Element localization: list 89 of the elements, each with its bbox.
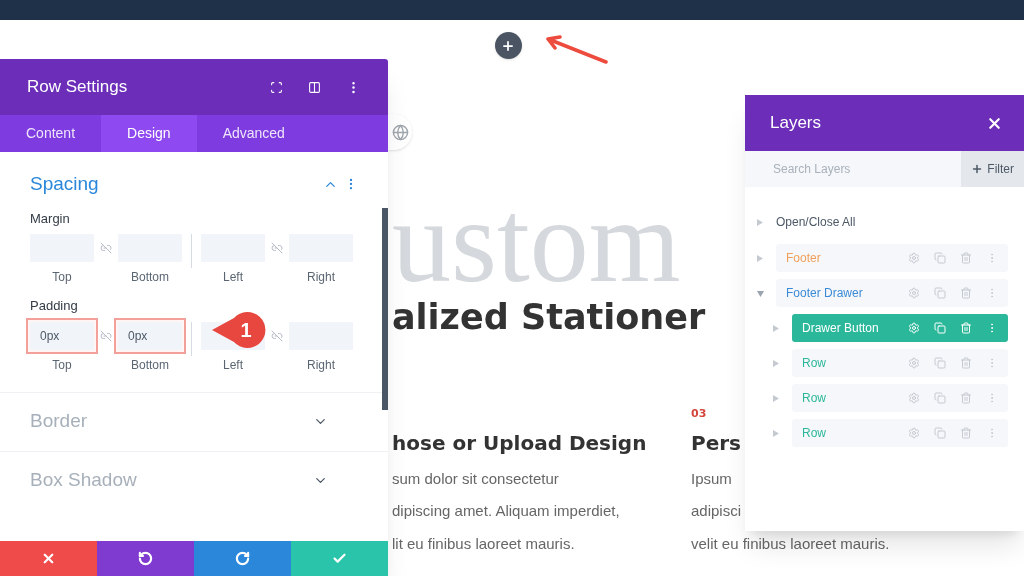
undo-icon xyxy=(138,551,153,566)
collapsed-section[interactable]: Box Shadow xyxy=(0,450,388,510)
column-title: Pers xyxy=(691,429,741,457)
layer-label: Footer xyxy=(786,250,822,267)
tab[interactable]: Content xyxy=(0,115,102,152)
field-label: Left xyxy=(223,269,243,286)
focus-icon[interactable] xyxy=(270,80,283,94)
settings-icon[interactable] xyxy=(908,392,920,404)
link-icon[interactable] xyxy=(100,329,112,342)
trash-icon[interactable] xyxy=(960,252,972,264)
step-number: 03 xyxy=(691,405,707,422)
expand-arrow-icon[interactable] xyxy=(773,429,780,437)
body-text: Ipsum xyxy=(691,468,732,489)
field-label: Top xyxy=(52,269,72,286)
panel-title: Layers xyxy=(770,112,823,135)
globe-button[interactable] xyxy=(388,114,412,150)
expand-arrow-icon[interactable] xyxy=(757,289,764,297)
expand-arrow-icon[interactable] xyxy=(773,394,780,402)
trash-icon[interactable] xyxy=(960,427,972,439)
group-label: Padding xyxy=(30,297,79,315)
settings-icon[interactable] xyxy=(908,357,920,369)
page-heading: alized Stationer xyxy=(392,296,706,339)
layer-label: Footer Drawer xyxy=(786,285,864,302)
body-text: sum dolor sit consectetur xyxy=(392,468,559,489)
trash-icon[interactable] xyxy=(960,392,972,404)
tab[interactable]: Design xyxy=(101,115,197,152)
spacing-input[interactable]: 0px xyxy=(118,321,182,350)
section-title: Box Shadow xyxy=(30,468,138,493)
copy-icon[interactable] xyxy=(934,357,946,369)
trash-icon[interactable] xyxy=(960,322,972,334)
section-title[interactable]: Spacing xyxy=(30,170,323,199)
check-icon xyxy=(332,551,347,566)
field-label: Top xyxy=(52,356,72,374)
body-text: velit eu finibus laoreet mauris. xyxy=(691,533,890,554)
close-icon xyxy=(41,551,56,566)
copy-icon[interactable] xyxy=(934,392,946,404)
body-text: dipiscing amet. Aliquam imperdiet, xyxy=(392,501,620,521)
settings-icon[interactable] xyxy=(908,252,920,264)
link-icon[interactable] xyxy=(271,329,283,342)
search-field[interactable]: Search Layers xyxy=(745,151,962,187)
expand-arrow-icon[interactable] xyxy=(757,254,764,262)
column-title: hose or Upload Design xyxy=(392,429,647,457)
undo-button[interactable] xyxy=(97,541,194,576)
add-section-button[interactable] xyxy=(494,32,522,59)
trash-icon[interactable] xyxy=(960,357,972,369)
layer-item[interactable]: Row xyxy=(792,419,1008,447)
copy-icon[interactable] xyxy=(934,427,946,439)
group-label: Margin xyxy=(30,209,71,228)
body-text: lit eu finibus laoreet mauris. xyxy=(392,533,575,554)
field-label: Right xyxy=(307,356,335,374)
trash-icon[interactable] xyxy=(960,287,972,299)
callout-tooltip: 1 xyxy=(212,312,268,348)
layer-label: Drawer Button xyxy=(802,320,880,337)
layer-item[interactable]: Footer Drawer xyxy=(776,279,1008,307)
field-label: Right xyxy=(307,269,335,286)
field-label: Bottom xyxy=(131,269,169,286)
layer-item[interactable]: Row xyxy=(792,384,1008,412)
link-icon[interactable] xyxy=(271,242,283,254)
settings-icon[interactable] xyxy=(908,427,920,439)
plus-icon xyxy=(501,38,515,53)
layout-icon[interactable] xyxy=(308,80,321,94)
expand-arrow-icon[interactable] xyxy=(773,359,780,367)
globe-icon xyxy=(391,123,409,141)
filter-button[interactable]: Filter xyxy=(961,151,1024,187)
scrollbar[interactable] xyxy=(382,208,388,410)
redo-button[interactable] xyxy=(194,541,291,576)
section-title: Border xyxy=(30,409,89,434)
layer-item[interactable]: Footer xyxy=(776,244,1008,272)
layer-item[interactable]: Drawer Button xyxy=(792,314,1008,342)
plus-icon xyxy=(971,163,984,175)
copy-icon[interactable] xyxy=(934,287,946,299)
expand-arrow-icon[interactable] xyxy=(773,324,780,332)
tab[interactable]: Advanced xyxy=(196,115,311,152)
body-text: adipisci xyxy=(691,501,742,521)
redo-icon xyxy=(235,551,250,566)
link-icon[interactable] xyxy=(100,242,112,254)
open-close-all-link[interactable]: Open/Close All xyxy=(776,213,856,231)
layer-label: Row xyxy=(802,390,827,407)
spacing-input[interactable]: 0px xyxy=(30,321,94,350)
field-label: Left xyxy=(223,356,243,374)
copy-icon[interactable] xyxy=(934,322,946,334)
layer-label: Row xyxy=(802,355,827,372)
copy-icon[interactable] xyxy=(934,252,946,264)
field-label: Bottom xyxy=(131,356,169,374)
panel-title: Row Settings xyxy=(27,76,129,99)
layer-label: Row xyxy=(802,425,827,442)
expand-arrow-icon[interactable] xyxy=(757,218,764,226)
settings-icon[interactable] xyxy=(908,287,920,299)
layer-item[interactable]: Row xyxy=(792,349,1008,377)
